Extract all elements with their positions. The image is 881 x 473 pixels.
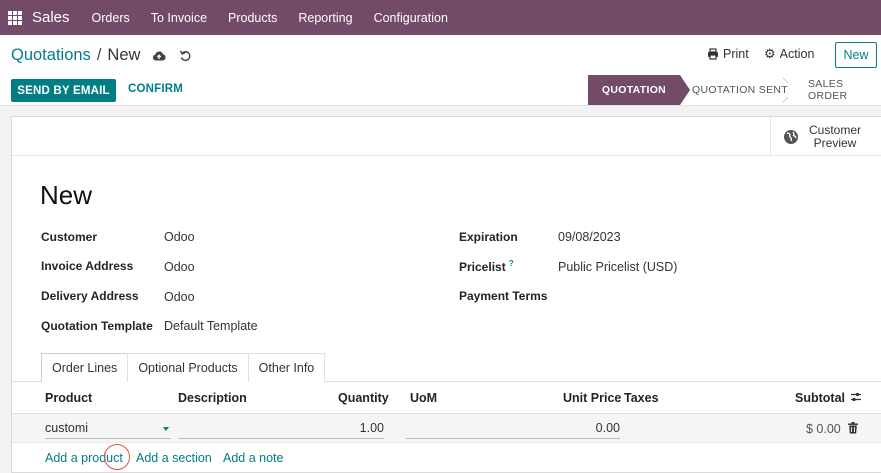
status-quotation[interactable]: QUOTATION <box>588 75 690 105</box>
add-section-link[interactable]: Add a section <box>136 451 212 465</box>
caret-down-icon[interactable] <box>163 427 169 431</box>
action-label: Action <box>779 47 815 61</box>
column-subtotal[interactable]: Subtotal <box>795 391 845 405</box>
menu-products[interactable]: Products <box>228 11 277 25</box>
tab-order-lines[interactable]: Order Lines <box>41 353 129 382</box>
button-box: Customer Preview <box>12 117 881 156</box>
column-product[interactable]: Product <box>45 391 92 405</box>
printer-icon <box>708 48 718 60</box>
control-panel: Quotations / New Print ⚙ Action New SEND… <box>0 35 881 106</box>
gear-icon: ⚙ <box>764 46 776 61</box>
expiration-label: Expiration <box>459 230 518 244</box>
breadcrumb-separator: / <box>96 46 102 64</box>
customer-preview-line1: Customer <box>808 122 861 137</box>
undo-icon[interactable] <box>178 49 192 63</box>
product-input-value: customi <box>45 421 89 435</box>
print-label: Print <box>723 47 749 61</box>
product-input[interactable]: customi <box>45 418 171 439</box>
status-sales-order[interactable]: SALES ORDER <box>788 75 881 105</box>
delivery-address-field[interactable]: Odoo <box>164 290 195 304</box>
status-sales-order-label: SALES ORDER <box>808 78 848 102</box>
customer-preview-line2: Preview <box>813 135 857 150</box>
quotation-template-label: Quotation Template <box>41 319 153 333</box>
cloud-upload-icon[interactable] <box>152 49 166 63</box>
subtotal-value: $ 0.00 <box>806 422 841 436</box>
payment-terms-label: Payment Terms <box>459 289 548 303</box>
quotation-template-field[interactable]: Default Template <box>164 319 258 333</box>
record-title: New <box>40 180 93 210</box>
menu-to-invoice[interactable]: To Invoice <box>151 11 207 25</box>
unit-price-input[interactable]: 0.00 <box>406 418 620 439</box>
delivery-address-label: Delivery Address <box>41 289 139 303</box>
add-note-link[interactable]: Add a note <box>223 451 283 465</box>
breadcrumb-current: New <box>107 46 141 64</box>
tab-other-info[interactable]: Other Info <box>247 353 326 382</box>
apps-grid-icon[interactable] <box>8 10 22 25</box>
notebook-tabs: Order Lines Optional Products Other Info <box>41 353 326 382</box>
breadcrumb: Quotations / New <box>11 46 192 65</box>
add-line-row: Add a product Add a section Add a note <box>12 444 881 472</box>
order-lines-header: Product Description Quantity UoM Unit Pr… <box>12 382 881 414</box>
adjust-columns-icon[interactable] <box>850 391 862 406</box>
globe-icon <box>784 129 798 144</box>
trash-icon[interactable] <box>848 422 858 437</box>
pricelist-label-text: Pricelist <box>459 260 506 274</box>
app-name[interactable]: Sales <box>32 9 70 26</box>
customer-preview-button[interactable]: Customer Preview <box>770 117 881 156</box>
quantity-value: 1.00 <box>359 421 384 435</box>
invoice-address-field[interactable]: Odoo <box>164 260 195 274</box>
form-sheet: Customer Preview New Customer Odoo Invoi… <box>11 116 881 473</box>
help-icon[interactable]: ? <box>509 259 514 268</box>
menu-configuration[interactable]: Configuration <box>374 11 448 25</box>
top-navbar: Sales Orders To Invoice Products Reporti… <box>0 0 881 35</box>
expiration-field[interactable]: 09/08/2023 <box>558 230 621 244</box>
column-taxes[interactable]: Taxes <box>624 391 659 405</box>
menu-reporting[interactable]: Reporting <box>298 11 352 25</box>
status-quotation-sent[interactable]: QUOTATION SENT <box>680 75 796 105</box>
click-indicator <box>104 444 130 470</box>
customer-field[interactable]: Odoo <box>164 230 195 244</box>
invoice-address-label: Invoice Address <box>41 259 134 273</box>
quantity-input[interactable]: 1.00 <box>178 418 384 439</box>
customer-preview-label: Customer Preview <box>805 122 865 150</box>
customer-label: Customer <box>41 230 98 244</box>
status-quotation-label: QUOTATION <box>601 84 667 96</box>
print-button[interactable]: Print <box>707 47 749 61</box>
column-description[interactable]: Description <box>178 391 247 405</box>
column-quantity[interactable]: Quantity <box>338 391 389 405</box>
unit-price-value: 0.00 <box>595 421 620 435</box>
send-by-email-button[interactable]: SEND BY EMAIL <box>11 79 116 102</box>
column-uom[interactable]: UoM <box>410 391 437 405</box>
action-button[interactable]: ⚙ Action <box>764 47 814 61</box>
pricelist-label: Pricelist? <box>459 259 514 274</box>
tab-optional-products[interactable]: Optional Products <box>127 353 249 382</box>
payment-terms-field[interactable] <box>558 290 758 306</box>
pricelist-field[interactable]: Public Pricelist (USD) <box>558 260 677 274</box>
status-bar: QUOTATION QUOTATION SENT SALES ORDER <box>588 75 881 105</box>
new-button[interactable]: New <box>835 42 877 68</box>
table-row[interactable]: customi 1.00 0.00 $ 0.00 <box>12 414 881 443</box>
menu-orders[interactable]: Orders <box>92 11 130 25</box>
confirm-button[interactable]: CONFIRM <box>128 83 183 95</box>
column-unit-price[interactable]: Unit Price <box>563 391 621 405</box>
breadcrumb-quotations-link[interactable]: Quotations <box>11 46 91 65</box>
